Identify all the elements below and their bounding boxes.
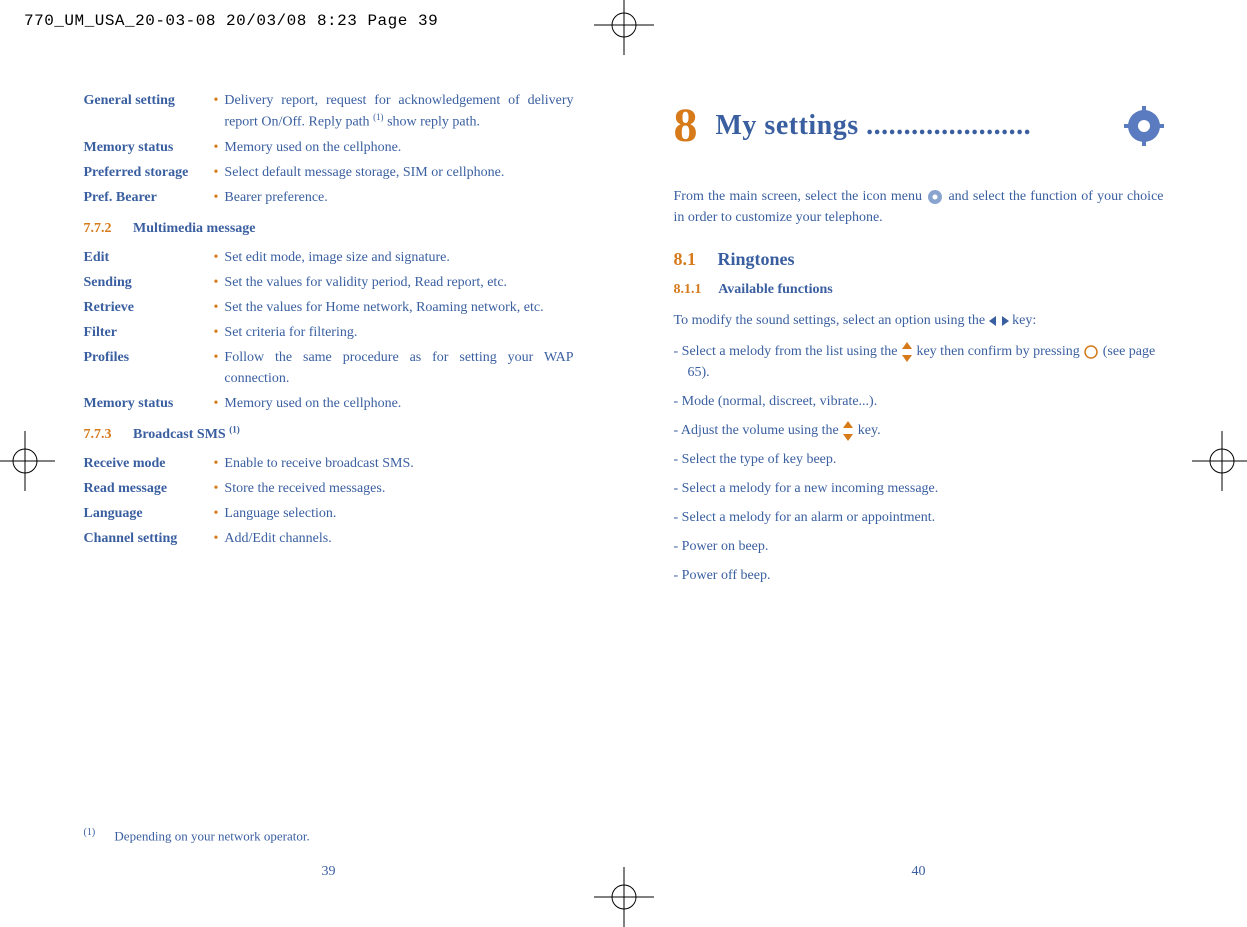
section-number: 8.1 <box>674 249 697 269</box>
settings-gear-icon <box>1124 106 1164 146</box>
definition-item: Memory status • Memory used on the cellp… <box>84 393 574 414</box>
definition-term: Language <box>84 503 214 524</box>
print-slug: 770_UM_USA_20-03-08 20/03/08 8:23 Page 3… <box>24 12 438 30</box>
section-heading-811: 8.1.1 Available functions <box>674 279 1164 300</box>
section-heading-81: 8.1 Ringtones <box>674 246 1164 273</box>
chapter-number: 8 <box>674 90 698 162</box>
bullet-icon: • <box>214 90 225 133</box>
list-item: Power off beep. <box>674 565 1164 586</box>
footnote-text: Depending on your network operator. <box>114 829 309 844</box>
definition-item: Read message • Store the received messag… <box>84 478 574 499</box>
definition-desc: Language selection. <box>224 503 573 524</box>
definition-term: Receive mode <box>84 453 214 474</box>
left-page: General setting • Delivery report, reque… <box>84 90 574 882</box>
bullet-icon: • <box>214 393 225 414</box>
definition-desc: Memory used on the cellphone. <box>224 393 573 414</box>
registration-mark-top <box>594 0 654 55</box>
left-right-arrow-icon <box>989 315 1009 327</box>
circle-button-icon <box>1083 344 1099 360</box>
definition-item: Edit • Set edit mode, image size and sig… <box>84 247 574 268</box>
definition-item: Pref. Bearer • Bearer preference. <box>84 187 574 208</box>
section-number: 7.7.2 <box>84 221 112 236</box>
list-item: Mode (normal, discreet, vibrate...). <box>674 391 1164 412</box>
intro-line: To modify the sound settings, select an … <box>674 310 1164 331</box>
definition-desc: Follow the same procedure as for setting… <box>224 347 573 389</box>
definition-desc: Set the values for Home network, Roaming… <box>224 297 573 318</box>
definition-term: Edit <box>84 247 214 268</box>
definition-term: Preferred storage <box>84 162 214 183</box>
definition-item: Preferred storage • Select default messa… <box>84 162 574 183</box>
definition-desc: Set criteria for filtering. <box>224 322 573 343</box>
definition-item: Language • Language selection. <box>84 503 574 524</box>
definition-desc: Set the values for validity period, Read… <box>224 272 573 293</box>
bullet-icon: • <box>214 478 225 499</box>
definition-item: General setting • Delivery report, reque… <box>84 90 574 133</box>
bullet-icon: • <box>214 503 225 524</box>
list-item: Adjust the volume using the key. <box>674 420 1164 441</box>
definition-item: Memory status • Memory used on the cellp… <box>84 137 574 158</box>
section-number: 7.7.3 <box>84 427 112 442</box>
definition-item: Receive mode • Enable to receive broadca… <box>84 453 574 474</box>
section-title: Ringtones <box>718 249 795 269</box>
definition-desc: Memory used on the cellphone. <box>224 137 573 158</box>
bullet-icon: • <box>214 322 225 343</box>
bullet-icon: • <box>214 528 225 549</box>
definition-term: Memory status <box>84 393 214 414</box>
definition-item: Sending • Set the values for validity pe… <box>84 272 574 293</box>
bullet-icon: • <box>214 247 225 268</box>
bullet-icon: • <box>214 297 225 318</box>
definition-term: Sending <box>84 272 214 293</box>
bullet-icon: • <box>214 187 225 208</box>
chapter-title: My settings ...................... <box>716 105 1124 147</box>
definition-term: Profiles <box>84 347 214 389</box>
bullet-icon: • <box>214 137 225 158</box>
definition-item: Filter • Set criteria for filtering. <box>84 322 574 343</box>
feature-list: Select a melody from the list using the … <box>674 341 1164 586</box>
section-title: Multimedia message <box>133 221 255 236</box>
list-item: Select a melody from the list using the … <box>674 341 1164 383</box>
bullet-icon: • <box>214 162 225 183</box>
up-down-arrow-icon <box>842 421 854 441</box>
section-number: 8.1.1 <box>674 282 702 297</box>
bullet-icon: • <box>214 347 225 389</box>
right-page: 8 My settings ...................... Fro… <box>674 90 1164 882</box>
definition-item: Retrieve • Set the values for Home netwo… <box>84 297 574 318</box>
definition-desc: Add/Edit channels. <box>224 528 573 549</box>
section-title: Available functions <box>718 282 832 297</box>
footnote-marker: (1) <box>84 827 96 838</box>
definition-desc: Store the received messages. <box>224 478 573 499</box>
definition-term: Retrieve <box>84 297 214 318</box>
definition-term: Filter <box>84 322 214 343</box>
section-heading-773: 7.7.3 Broadcast SMS (1) <box>84 424 574 446</box>
definition-term: Pref. Bearer <box>84 187 214 208</box>
list-item: Select the type of key beep. <box>674 449 1164 470</box>
page-number: 40 <box>674 861 1164 882</box>
definition-term: General setting <box>84 90 214 133</box>
definition-desc: Bearer preference. <box>224 187 573 208</box>
intro-paragraph: From the main screen, select the icon me… <box>674 186 1164 228</box>
definition-term: Channel setting <box>84 528 214 549</box>
list-item: Power on beep. <box>674 536 1164 557</box>
definition-item: Channel setting • Add/Edit channels. <box>84 528 574 549</box>
list-item: Select a melody for a new incoming messa… <box>674 478 1164 499</box>
bullet-icon: • <box>214 453 225 474</box>
list-item: Select a melody for an alarm or appointm… <box>674 507 1164 528</box>
chapter-heading: 8 My settings ...................... <box>674 90 1164 162</box>
definition-desc: Set edit mode, image size and signature. <box>224 247 573 268</box>
up-down-arrow-icon <box>901 342 913 362</box>
section-title: Broadcast SMS (1) <box>133 427 240 442</box>
definition-item: Profiles • Follow the same procedure as … <box>84 347 574 389</box>
page-number: 39 <box>84 861 574 882</box>
bullet-icon: • <box>214 272 225 293</box>
section-heading-772: 7.7.2 Multimedia message <box>84 218 574 239</box>
definition-desc: Select default message storage, SIM or c… <box>224 162 573 183</box>
menu-gear-small-icon <box>926 188 944 206</box>
definition-term: Memory status <box>84 137 214 158</box>
definition-term: Read message <box>84 478 214 499</box>
footnote: (1) Depending on your network operator. <box>84 825 310 846</box>
definition-desc: Enable to receive broadcast SMS. <box>224 453 573 474</box>
definition-desc: Delivery report, request for acknowledge… <box>224 90 573 133</box>
